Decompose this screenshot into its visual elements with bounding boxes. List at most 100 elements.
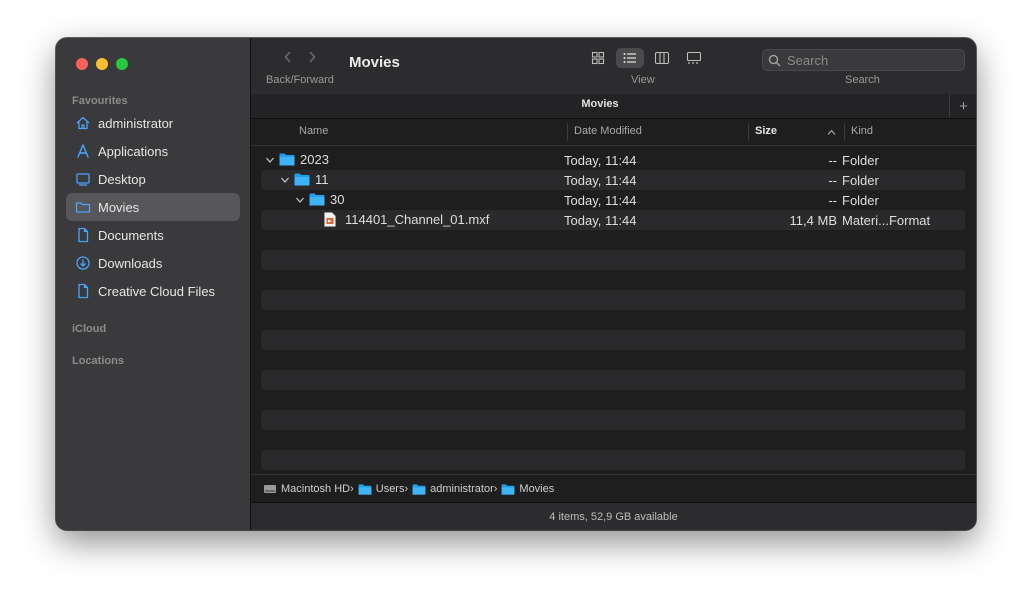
document-icon xyxy=(74,282,92,300)
path-separator-icon: › xyxy=(493,483,498,495)
applications-icon xyxy=(74,142,92,160)
empty-row xyxy=(261,330,965,350)
file-kind: Materi...Format xyxy=(842,213,931,228)
disclosure-expanded-icon[interactable] xyxy=(279,174,291,186)
path-item-movies[interactable]: Movies xyxy=(501,483,554,495)
back-chevron-icon[interactable] xyxy=(281,50,295,64)
search-input[interactable] xyxy=(785,51,949,69)
finder-window: Favourites administrator Applications De… xyxy=(56,38,976,530)
file-name: 30 xyxy=(330,192,345,207)
window-controls xyxy=(76,58,128,70)
downloads-icon xyxy=(74,254,92,272)
desktop-icon xyxy=(74,170,92,188)
path-item-label: Movies xyxy=(519,483,555,495)
columns-icon xyxy=(654,51,670,65)
empty-row xyxy=(261,450,965,470)
disclosure-expanded-icon[interactable] xyxy=(264,154,276,166)
column-divider[interactable] xyxy=(748,123,749,141)
sidebar-item-label: administrator xyxy=(98,115,174,131)
sidebar: Favourites administrator Applications De… xyxy=(56,38,251,530)
sidebar-item-documents[interactable]: Documents xyxy=(66,221,240,249)
sidebar-item-desktop[interactable]: Desktop xyxy=(66,165,240,193)
file-date: Today, 11:44 xyxy=(564,173,637,188)
folder-icon xyxy=(294,173,310,187)
column-header-kind[interactable]: Kind xyxy=(851,125,873,137)
file-list: 2023 Today, 11:44 -- Folder 11 Today, 11… xyxy=(261,150,965,530)
file-row[interactable]: 11 Today, 11:44 -- Folder xyxy=(261,170,965,190)
sidebar-item-downloads[interactable]: Downloads xyxy=(66,249,240,277)
sidebar-item-label: Downloads xyxy=(98,255,163,271)
column-header-name[interactable]: Name xyxy=(299,125,328,137)
file-row[interactable]: 2023 Today, 11:44 -- Folder xyxy=(261,150,965,170)
disclosure-expanded-icon[interactable] xyxy=(294,194,306,206)
file-row[interactable]: 114401_Channel_01.mxf Today, 11:44 11,4 … xyxy=(261,210,965,230)
sidebar-item-movies[interactable]: Movies xyxy=(66,193,240,221)
folder-icon xyxy=(358,483,372,495)
sidebar-item-label: Documents xyxy=(98,227,164,243)
empty-row xyxy=(261,350,965,370)
sidebar-item-label: Desktop xyxy=(98,171,146,187)
path-bar: Macintosh HD › Users › administrator › M… xyxy=(251,474,976,503)
search-icon xyxy=(763,54,785,67)
tab-movies[interactable]: Movies xyxy=(251,98,949,110)
file-row[interactable]: 30 Today, 11:44 -- Folder xyxy=(261,190,965,210)
main-content: Back/Forward Movies View Search Search M… xyxy=(251,38,976,530)
file-name: 114401_Channel_01.mxf xyxy=(345,212,490,227)
column-divider[interactable] xyxy=(844,123,845,141)
search-field[interactable] xyxy=(762,49,965,71)
path-item-macintosh-hd[interactable]: Macintosh HD xyxy=(263,483,350,495)
path-item-users[interactable]: Users xyxy=(358,483,404,495)
minimize-button[interactable] xyxy=(96,58,108,70)
back-forward-label: Back/Forward xyxy=(266,74,334,86)
empty-row xyxy=(261,310,965,330)
sidebar-section-icloud[interactable]: iCloud xyxy=(72,323,106,335)
column-header-date[interactable]: Date Modified xyxy=(574,125,642,137)
forward-chevron-icon[interactable] xyxy=(305,50,319,64)
empty-row xyxy=(261,430,965,450)
list-icon xyxy=(623,53,636,63)
sidebar-item-label: Creative Cloud Files xyxy=(98,283,216,299)
empty-row xyxy=(261,410,965,430)
sidebar-section-favourites: Favourites xyxy=(72,95,128,107)
document-icon xyxy=(74,226,92,244)
sidebar-item-applications[interactable]: Applications xyxy=(66,137,240,165)
column-divider[interactable] xyxy=(567,123,568,141)
path-item-label: Macintosh HD xyxy=(281,483,351,495)
back-forward-buttons xyxy=(281,50,319,64)
file-size: 11,4 MB xyxy=(789,213,837,228)
empty-row xyxy=(261,250,965,270)
zoom-button[interactable] xyxy=(116,58,128,70)
icon-view-button[interactable] xyxy=(584,48,612,68)
folder-icon xyxy=(309,193,325,207)
empty-row xyxy=(261,270,965,290)
view-switcher xyxy=(584,48,708,68)
list-view-button[interactable] xyxy=(616,48,644,68)
file-kind: Folder xyxy=(842,193,879,208)
path-item-administrator[interactable]: administrator xyxy=(412,483,494,495)
sidebar-item-creative-cloud-files[interactable]: Creative Cloud Files xyxy=(66,277,240,305)
sidebar-item-label: Applications xyxy=(98,143,169,159)
file-date: Today, 11:44 xyxy=(564,213,637,228)
column-header-size[interactable]: Size xyxy=(755,125,777,137)
sidebar-section-locations[interactable]: Locations xyxy=(72,355,124,367)
path-separator-icon: › xyxy=(350,483,354,495)
view-label: View xyxy=(631,74,655,86)
gallery-view-button[interactable] xyxy=(680,48,708,68)
close-button[interactable] xyxy=(76,58,88,70)
column-view-button[interactable] xyxy=(648,48,676,68)
path-item-label: administrator xyxy=(430,483,494,495)
file-date: Today, 11:44 xyxy=(564,153,637,168)
file-size: -- xyxy=(828,193,837,208)
path-separator-icon: › xyxy=(404,483,409,495)
status-bar: 4 items, 52,9 GB available xyxy=(251,502,976,530)
new-tab-button[interactable]: + xyxy=(949,94,976,118)
file-size: -- xyxy=(828,173,837,188)
empty-row xyxy=(261,230,965,250)
folder-icon xyxy=(501,483,515,495)
empty-row xyxy=(261,290,965,310)
empty-row xyxy=(261,370,965,390)
file-name: 2023 xyxy=(300,152,329,167)
sort-ascending-icon xyxy=(827,127,836,139)
file-kind: Folder xyxy=(842,173,879,188)
sidebar-item-administrator[interactable]: administrator xyxy=(66,109,240,137)
